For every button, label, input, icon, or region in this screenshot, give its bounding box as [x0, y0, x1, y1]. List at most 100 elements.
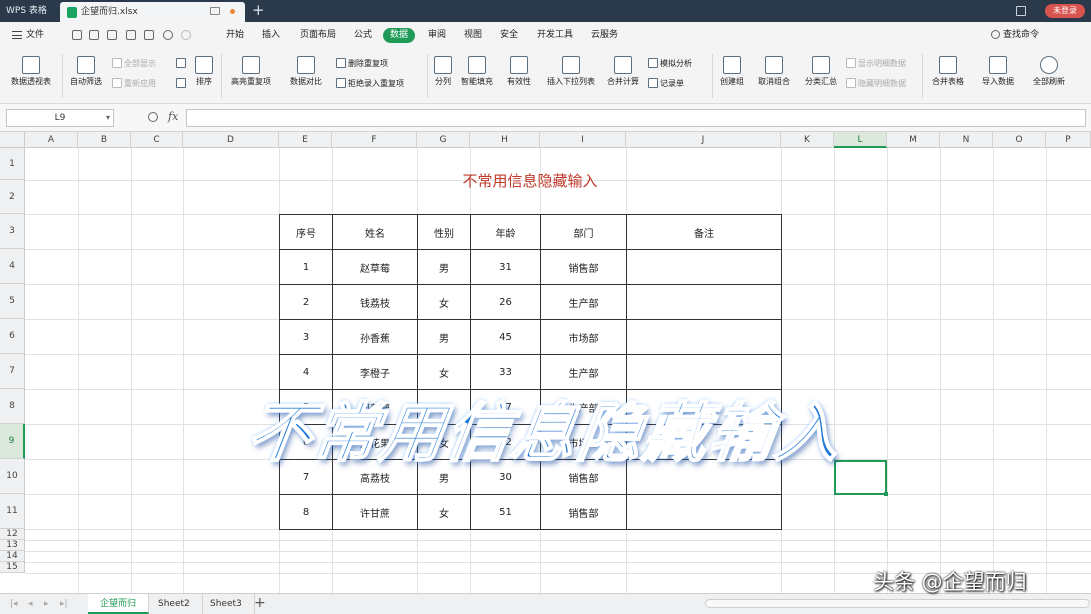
table-row-cell[interactable]: 赵草莓 — [332, 249, 418, 285]
table-header-row-cell[interactable]: 备注 — [626, 214, 782, 250]
row-header-5[interactable]: 5 — [0, 284, 25, 319]
table-row-cell[interactable]: 男 — [417, 249, 471, 285]
table-row-cell[interactable]: 26 — [470, 284, 541, 320]
column-header-B[interactable]: B — [78, 132, 131, 148]
column-header-F[interactable]: F — [332, 132, 417, 148]
tab-cloud[interactable]: 云服务 — [591, 22, 618, 48]
row-header-4[interactable]: 4 — [0, 249, 25, 284]
column-header-E[interactable]: E — [279, 132, 332, 148]
table-row-cell[interactable] — [626, 319, 782, 355]
validity-button[interactable]: 有效性 — [500, 48, 538, 104]
zoom-formula-icon[interactable] — [148, 112, 158, 122]
sheet-tab-2[interactable]: Sheet2 — [146, 594, 203, 614]
reject-duplicates-button[interactable]: 拒绝录入重复项 — [336, 78, 404, 89]
tab-view[interactable]: 视图 — [464, 22, 482, 48]
horizontal-scrollbar[interactable] — [705, 599, 1090, 608]
first-sheet-icon[interactable]: |◂ — [10, 599, 18, 609]
record-form-button[interactable]: 记录单 — [648, 78, 684, 89]
sort-ascending-icon[interactable] — [176, 58, 188, 68]
column-header-A[interactable]: A — [25, 132, 78, 148]
subtotal-button[interactable]: 分类汇总 — [801, 48, 841, 104]
table-header-row-cell[interactable]: 年龄 — [470, 214, 541, 250]
row-header-11[interactable]: 11 — [0, 494, 25, 529]
window-mode-icon[interactable] — [1016, 6, 1026, 16]
table-row-cell[interactable]: 销售部 — [540, 249, 627, 285]
tab-security[interactable]: 安全 — [500, 22, 518, 48]
sheet-tab-1[interactable]: 企望而归 — [88, 594, 150, 614]
row-header-14[interactable]: 14 — [0, 551, 25, 562]
sheet-title-cell[interactable]: 不常用信息隐藏输入 — [279, 148, 781, 214]
import-data-button[interactable]: 导入数据 — [976, 48, 1020, 104]
merge-tables-button[interactable]: 合并表格 — [926, 48, 970, 104]
select-all-corner[interactable] — [0, 132, 25, 148]
save-icon[interactable] — [89, 30, 99, 40]
table-row-cell[interactable] — [626, 284, 782, 320]
insert-dropdown-button[interactable]: 插入下拉列表 — [543, 48, 599, 104]
table-row-cell[interactable] — [626, 249, 782, 285]
show-all-button[interactable]: 全部显示 — [112, 58, 156, 69]
table-row-cell[interactable]: 3 — [279, 319, 333, 355]
pivot-table-button[interactable]: 数据透视表 — [6, 48, 56, 104]
open-icon[interactable] — [72, 30, 82, 40]
table-row-cell[interactable]: 生产部 — [540, 284, 627, 320]
tab-data[interactable]: 数据 — [383, 28, 416, 43]
print-preview-icon[interactable] — [144, 30, 154, 40]
add-sheet-plus-icon[interactable]: + — [254, 594, 266, 613]
table-header-row-cell[interactable]: 性别 — [417, 214, 471, 250]
table-header-row-cell[interactable]: 姓名 — [332, 214, 418, 250]
menu-hamburger-icon[interactable] — [12, 31, 22, 39]
reapply-button[interactable]: 重新应用 — [112, 78, 156, 89]
tab-insert[interactable]: 插入 — [262, 22, 280, 48]
column-header-N[interactable]: N — [940, 132, 993, 148]
new-tab-plus-icon[interactable]: + — [252, 0, 265, 21]
column-header-I[interactable]: I — [540, 132, 626, 148]
fx-icon[interactable]: fx — [168, 110, 178, 123]
tab-home[interactable]: 开始 — [226, 22, 244, 48]
table-row-cell[interactable]: 市场部 — [540, 319, 627, 355]
tab-page-layout[interactable]: 页面布局 — [300, 22, 336, 48]
next-sheet-icon[interactable]: ▸ — [44, 599, 49, 609]
file-tab[interactable]: 企望而归.xlsx — [60, 2, 245, 22]
table-row-cell[interactable] — [626, 494, 782, 530]
column-header-C[interactable]: C — [131, 132, 183, 148]
tab-developer[interactable]: 开发工具 — [537, 22, 573, 48]
export-pdf-icon[interactable] — [107, 30, 117, 40]
column-header-O[interactable]: O — [993, 132, 1046, 148]
column-header-D[interactable]: D — [183, 132, 279, 148]
table-row-cell[interactable]: 51 — [470, 494, 541, 530]
table-row-cell[interactable]: 2 — [279, 284, 333, 320]
column-header-M[interactable]: M — [887, 132, 940, 148]
table-row-cell[interactable]: 45 — [470, 319, 541, 355]
smart-fill-button[interactable]: 智能填充 — [458, 48, 496, 104]
monitor-icon[interactable] — [210, 7, 220, 15]
consolidate-button[interactable]: 合并计算 — [604, 48, 642, 104]
table-row-cell[interactable]: 销售部 — [540, 494, 627, 530]
table-row-cell[interactable]: 女 — [417, 494, 471, 530]
sort-descending-icon[interactable] — [176, 78, 188, 88]
table-header-row-cell[interactable]: 序号 — [279, 214, 333, 250]
ungroup-button[interactable]: 取消组合 — [752, 48, 796, 104]
column-header-G[interactable]: G — [417, 132, 470, 148]
what-if-analysis-button[interactable]: 模拟分析 — [648, 58, 692, 69]
print-icon[interactable] — [126, 30, 136, 40]
search-icon[interactable] — [991, 30, 1000, 39]
tab-formula[interactable]: 公式 — [354, 22, 372, 48]
show-detail-button[interactable]: 显示明细数据 — [846, 58, 906, 69]
row-header-3[interactable]: 3 — [0, 214, 25, 249]
table-row-cell[interactable]: 女 — [417, 284, 471, 320]
column-header-P[interactable]: P — [1046, 132, 1091, 148]
prev-sheet-icon[interactable]: ◂ — [28, 599, 33, 609]
delete-duplicates-button[interactable]: 删除重复项 — [336, 58, 388, 69]
undo-icon[interactable] — [163, 30, 173, 40]
row-header-13[interactable]: 13 — [0, 540, 25, 551]
split-column-button[interactable]: 分列 — [431, 48, 455, 104]
login-button[interactable]: 未登录 — [1045, 4, 1085, 18]
table-row-cell[interactable]: 8 — [279, 494, 333, 530]
row-header-2[interactable]: 2 — [0, 180, 25, 214]
table-row-cell[interactable]: 钱荔枝 — [332, 284, 418, 320]
sheet-grid[interactable]: ABCDEFGHIJKLMNOP 1 2 3 4 5 6 7 8 9 10 11 12 13 14 15 不… — [0, 132, 1091, 593]
column-header-K[interactable]: K — [781, 132, 834, 148]
row-header-6[interactable]: 6 — [0, 319, 25, 354]
tab-review[interactable]: 审阅 — [428, 22, 446, 48]
sort-button[interactable]: 排序 — [192, 48, 216, 104]
